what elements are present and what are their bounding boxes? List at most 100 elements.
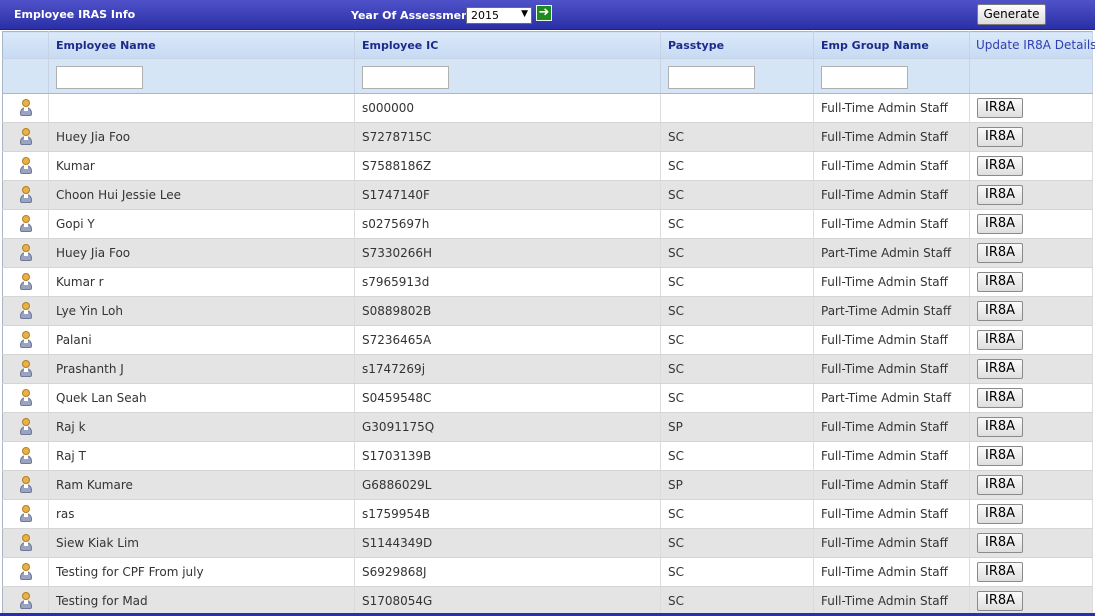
employee-ic-cell: S1708054G [354, 586, 661, 616]
employee-ic-cell: S7278715C [354, 122, 661, 152]
emp-group-cell: Part-Time Admin Staff [813, 383, 970, 413]
year-of-assessment-select[interactable]: 2015 ▼ [466, 7, 532, 24]
ir8a-button[interactable]: IR8A [977, 214, 1023, 234]
passtype-cell: SC [660, 557, 814, 587]
ir8a-button[interactable]: IR8A [977, 185, 1023, 205]
ir8a-button[interactable]: IR8A [977, 127, 1023, 147]
ir8a-button[interactable]: IR8A [977, 98, 1023, 118]
passtype-cell: SC [660, 586, 814, 616]
employee-ic-cell: S1747140F [354, 180, 661, 210]
ir8a-button[interactable]: IR8A [977, 301, 1023, 321]
row-icon-cell [2, 557, 49, 587]
employee-ic-cell: s7965913d [354, 267, 661, 297]
column-header-row: Employee Name Employee IC Passtype Emp G… [2, 31, 1095, 59]
emp-group-cell: Full-Time Admin Staff [813, 499, 970, 529]
employee-name-cell: Huey Jia Foo [48, 122, 355, 152]
column-header-employee-name[interactable]: Employee Name [48, 31, 355, 59]
update-ir8a-cell: IR8A [969, 354, 1093, 384]
employee-ic-cell: S0889802B [354, 296, 661, 326]
grid-body: s000000 Full-Time Admin Staff IR8A Huey Jia… [2, 93, 1093, 616]
column-header-icon [2, 31, 49, 59]
ir8a-button[interactable]: IR8A [977, 504, 1023, 524]
column-header-update-ir8a: Update IR8A Details [969, 31, 1095, 59]
ir8a-button[interactable]: IR8A [977, 156, 1023, 176]
employee-ic-cell: S7236465A [354, 325, 661, 355]
person-icon [19, 418, 33, 436]
passtype-cell: SC [660, 209, 814, 239]
column-header-emp-group-name[interactable]: Emp Group Name [813, 31, 970, 59]
row-icon-cell [2, 93, 49, 123]
row-icon-cell [2, 383, 49, 413]
row-icon-cell [2, 325, 49, 355]
update-ir8a-cell: IR8A [969, 296, 1093, 326]
table-row: Ram Kumare G6886029L SP Full-Time Admin Sta… [2, 470, 1093, 500]
ir8a-button[interactable]: IR8A [977, 272, 1023, 292]
go-arrow-icon[interactable]: ➜ [536, 5, 552, 21]
employee-name-cell: Palani [48, 325, 355, 355]
person-icon [19, 273, 33, 291]
emp-group-cell: Part-Time Admin Staff [813, 238, 970, 268]
employee-ic-cell: G3091175Q [354, 412, 661, 442]
employee-grid: Employee Name Employee IC Passtype Emp G… [2, 31, 1095, 616]
filter-employee-ic-input[interactable] [362, 65, 449, 89]
table-row: Prashanth Js1747269j SC Full-Time Admin St… [2, 354, 1093, 384]
ir8a-button[interactable]: IR8A [977, 475, 1023, 495]
ir8a-button[interactable]: IR8A [977, 359, 1023, 379]
employee-name-cell: Raj k [48, 412, 355, 442]
generate-button[interactable]: Generate [977, 4, 1046, 25]
ir8a-button[interactable]: IR8A [977, 243, 1023, 263]
ir8a-button[interactable]: IR8A [977, 388, 1023, 408]
ir8a-button[interactable]: IR8A [977, 562, 1023, 582]
emp-group-cell: Full-Time Admin Staff [813, 557, 970, 587]
passtype-cell [660, 93, 814, 123]
passtype-cell: SC [660, 180, 814, 210]
employee-name-cell: Testing for CPF From july [48, 557, 355, 587]
row-icon-cell [2, 238, 49, 268]
update-ir8a-cell: IR8A [969, 499, 1093, 529]
passtype-cell: SC [660, 441, 814, 471]
table-row: Testing for CPF From july S6929868J SC Full… [2, 557, 1093, 587]
filter-cell-empty [2, 58, 49, 94]
passtype-cell: SC [660, 528, 814, 558]
person-icon [19, 476, 33, 494]
emp-group-cell: Full-Time Admin Staff [813, 151, 970, 181]
person-icon [19, 447, 33, 465]
ir8a-button[interactable]: IR8A [977, 417, 1023, 437]
row-icon-cell [2, 441, 49, 471]
update-ir8a-cell: IR8A [969, 412, 1093, 442]
table-row: Raj T S1703139B SC Full-Time Admin Staff IR8… [2, 441, 1093, 471]
table-row: Kumar S7588186Z SC Full-Time Admin Staff IR8… [2, 151, 1093, 181]
ir8a-button[interactable]: IR8A [977, 591, 1023, 611]
filter-row [2, 58, 1093, 94]
person-icon [19, 244, 33, 262]
page-title: Employee IRAS Info [14, 8, 136, 21]
emp-group-cell: Full-Time Admin Staff [813, 93, 970, 123]
ir8a-button[interactable]: IR8A [977, 533, 1023, 553]
row-icon-cell [2, 499, 49, 529]
column-header-passtype[interactable]: Passtype [660, 31, 814, 59]
filter-passtype-input[interactable] [668, 65, 755, 89]
employee-ic-cell: S7330266H [354, 238, 661, 268]
employee-name-cell: Raj T [48, 441, 355, 471]
emp-group-cell: Full-Time Admin Staff [813, 354, 970, 384]
row-icon-cell [2, 528, 49, 558]
table-row: Testing for Mad S1708054G SC Full-Time Admi… [2, 586, 1093, 616]
employee-name-cell: Testing for Mad [48, 586, 355, 616]
update-ir8a-cell: IR8A [969, 383, 1093, 413]
filter-cell-update [969, 58, 1093, 94]
filter-emp-group-input[interactable] [821, 65, 908, 89]
passtype-cell: SC [660, 296, 814, 326]
person-icon [19, 186, 33, 204]
ir8a-button[interactable]: IR8A [977, 330, 1023, 350]
update-ir8a-cell: IR8A [969, 557, 1093, 587]
person-icon [19, 592, 33, 610]
person-icon [19, 563, 33, 581]
update-ir8a-cell: IR8A [969, 93, 1093, 123]
employee-ic-cell: s1747269j [354, 354, 661, 384]
ir8a-button[interactable]: IR8A [977, 446, 1023, 466]
passtype-cell: SP [660, 470, 814, 500]
filter-employee-name-input[interactable] [56, 65, 143, 89]
column-header-employee-ic[interactable]: Employee IC [354, 31, 661, 59]
update-ir8a-cell: IR8A [969, 586, 1093, 616]
employee-name-cell: Gopi Y [48, 209, 355, 239]
